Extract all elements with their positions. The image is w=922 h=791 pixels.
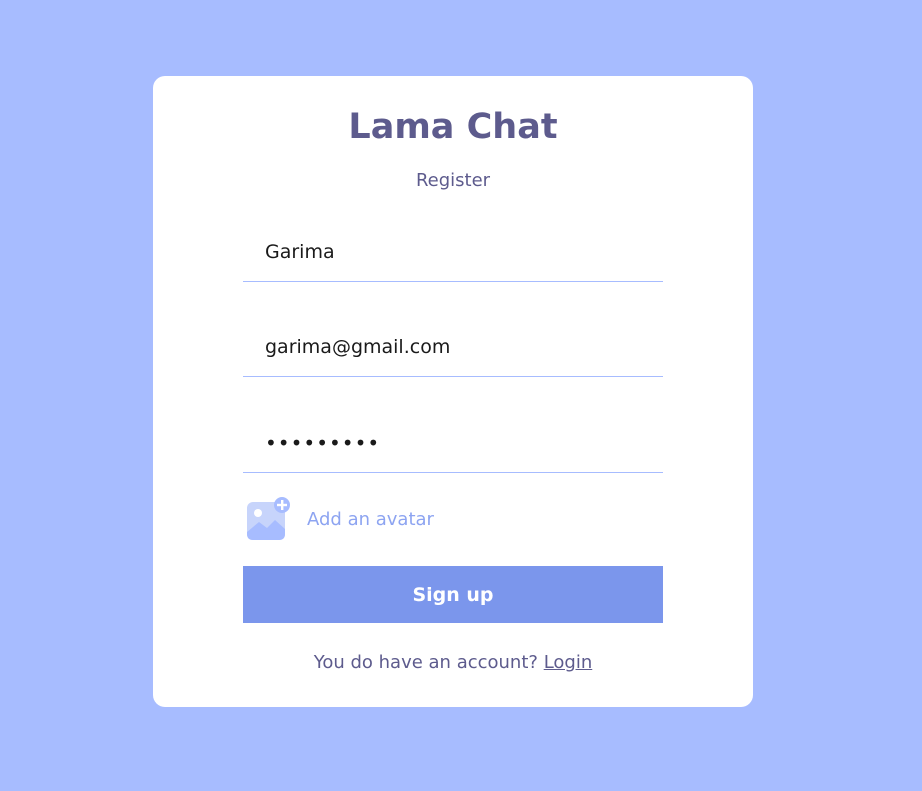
- login-prompt-text: You do have an account?: [313, 652, 544, 673]
- app-logo: Lama Chat: [348, 107, 558, 147]
- display-name-input[interactable]: [243, 222, 663, 282]
- login-prompt: You do have an account? Login: [153, 652, 753, 673]
- password-input[interactable]: [243, 413, 663, 473]
- add-avatar-button[interactable]: Add an avatar: [245, 496, 434, 542]
- login-link[interactable]: Login: [544, 652, 593, 673]
- page-background: Lama Chat Register Add an avatar Sign up…: [0, 0, 922, 791]
- form-title: Register: [415, 170, 491, 191]
- add-image-icon: [247, 497, 290, 540]
- add-avatar-label: Add an avatar: [307, 508, 434, 530]
- sign-up-button[interactable]: Sign up: [243, 566, 663, 623]
- email-input[interactable]: [243, 317, 663, 377]
- register-card: Lama Chat Register Add an avatar Sign up…: [153, 76, 753, 707]
